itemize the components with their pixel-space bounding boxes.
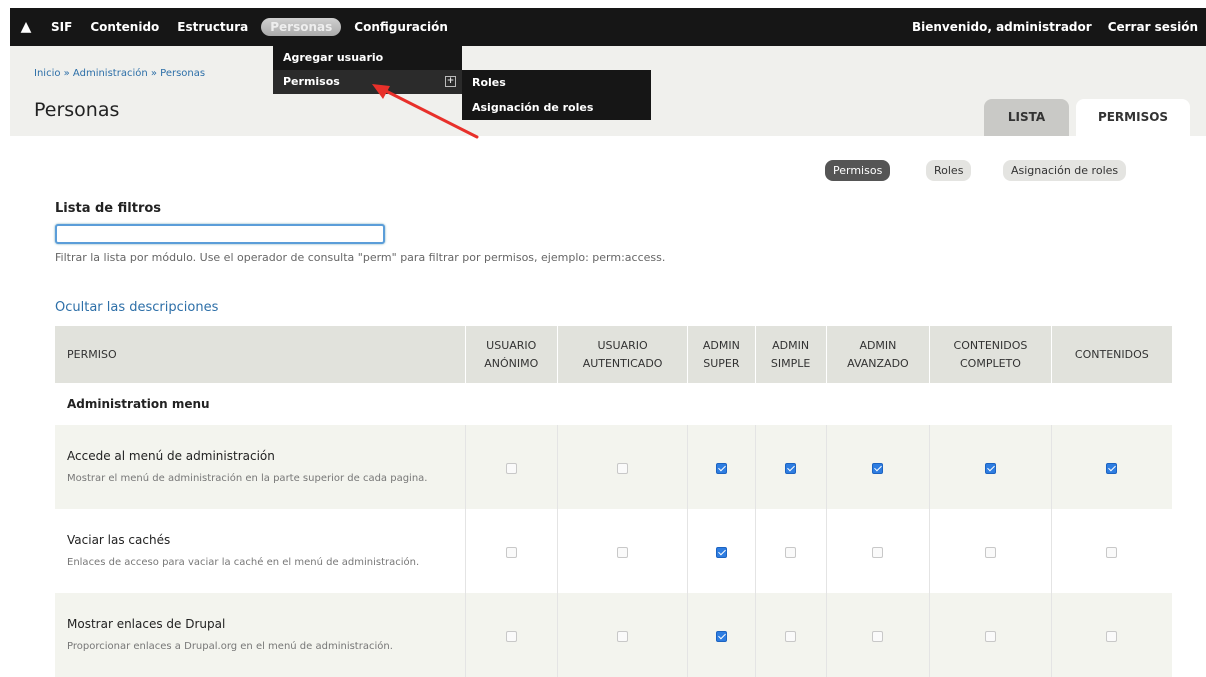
checkbox-cell bbox=[687, 425, 756, 509]
checkbox-cell bbox=[464, 593, 558, 677]
checkbox-checked[interactable] bbox=[785, 462, 797, 474]
logout-link[interactable]: Cerrar sesión bbox=[1100, 20, 1206, 34]
module-name: Administration menu bbox=[55, 383, 1172, 425]
subtab-asignacion-roles[interactable]: Asignación de roles bbox=[1003, 160, 1127, 181]
col-header-contenidos-completo: CONTENIDOS COMPLETO bbox=[929, 326, 1052, 383]
tab-permisos[interactable]: PERMISOS bbox=[1076, 99, 1190, 136]
welcome-text: Bienvenido, administrador bbox=[911, 20, 1092, 34]
col-header-permiso: PERMISO bbox=[55, 326, 465, 383]
checkbox-unchecked[interactable] bbox=[505, 462, 517, 474]
checkbox-checked[interactable] bbox=[715, 462, 727, 474]
checkbox-cell bbox=[754, 593, 827, 677]
checkbox-cell bbox=[929, 509, 1052, 593]
checkbox-cell bbox=[1050, 509, 1172, 593]
submenu-item-asignacion-roles[interactable]: Asignación de roles bbox=[462, 95, 651, 120]
checkbox-cell bbox=[825, 509, 930, 593]
checkbox-cell bbox=[825, 425, 930, 509]
col-header-contenidos: CONTENIDOS bbox=[1050, 326, 1172, 383]
checkbox-unchecked[interactable] bbox=[1106, 546, 1118, 558]
checkbox-cell bbox=[556, 509, 688, 593]
checkbox-unchecked[interactable] bbox=[617, 546, 629, 558]
col-header-admin-simple: ADMIN SIMPLE bbox=[754, 326, 827, 383]
permission-cell: Vaciar las cachés Enlaces de acceso para … bbox=[55, 509, 465, 593]
submenu-item-roles[interactable]: Roles bbox=[462, 70, 651, 95]
checkbox-cell bbox=[754, 509, 827, 593]
checkbox-cell bbox=[556, 593, 688, 677]
checkbox-checked[interactable] bbox=[715, 546, 727, 558]
toolbar-item-personas[interactable]: Personas bbox=[261, 18, 342, 36]
checkbox-cell bbox=[929, 593, 1052, 677]
checkbox-cell bbox=[1050, 425, 1172, 509]
table-header-row: PERMISO USUARIO ANÓNIMO USUARIO AUTENTICAD… bbox=[55, 326, 1172, 383]
filter-description: Filtrar la lista por módulo. Use el oper… bbox=[55, 251, 666, 264]
checkbox-cell bbox=[687, 593, 756, 677]
module-row: Administration menu bbox=[55, 383, 1172, 425]
checkbox-unchecked[interactable] bbox=[505, 630, 517, 642]
toolbar-item-contenido[interactable]: Contenido bbox=[81, 20, 168, 34]
permission-title: Accede al menú de administración bbox=[67, 449, 275, 463]
permission-title: Mostrar enlaces de Drupal bbox=[67, 617, 226, 631]
checkbox-unchecked[interactable] bbox=[984, 546, 996, 558]
checkbox-cell bbox=[929, 425, 1052, 509]
toolbar-item-estructura[interactable]: Estructura bbox=[168, 20, 257, 34]
permission-title: Vaciar las cachés bbox=[67, 533, 171, 547]
table-row: Accede al menú de administración Mostrar … bbox=[55, 425, 1172, 509]
col-header-admin-super: ADMIN SUPER bbox=[687, 326, 756, 383]
table-row: Vaciar las cachés Enlaces de acceso para … bbox=[55, 509, 1172, 593]
permissions-table: PERMISO USUARIO ANÓNIMO USUARIO AUTENTICAD… bbox=[55, 326, 1172, 677]
permission-description: Mostrar el menú de administración en la … bbox=[67, 473, 428, 484]
permission-cell: Accede al menú de administración Mostrar … bbox=[55, 425, 465, 509]
checkbox-cell bbox=[825, 593, 930, 677]
subtab-permisos[interactable]: Permisos bbox=[825, 160, 891, 181]
checkbox-cell bbox=[464, 509, 558, 593]
checkbox-unchecked[interactable] bbox=[984, 630, 996, 642]
hide-descriptions-link[interactable]: Ocultar las descripciones bbox=[55, 300, 218, 315]
checkbox-cell bbox=[556, 425, 688, 509]
admin-toolbar: ▲ SIF Contenido Estructura Personas Conf… bbox=[10, 8, 1206, 46]
filter-label: Lista de filtros bbox=[55, 201, 162, 216]
checkbox-unchecked[interactable] bbox=[617, 630, 629, 642]
checkbox-cell bbox=[754, 425, 827, 509]
toolbar-user-area: Bienvenido, administrador Cerrar sesión bbox=[904, 20, 1206, 34]
col-header-anonimo: USUARIO ANÓNIMO bbox=[464, 326, 558, 383]
permission-cell: Mostrar enlaces de Drupal Proporcionar en… bbox=[55, 593, 465, 677]
checkbox-checked[interactable] bbox=[984, 462, 996, 474]
checkbox-unchecked[interactable] bbox=[872, 546, 884, 558]
subtab-roles[interactable]: Roles bbox=[926, 160, 972, 181]
permission-description: Enlaces de acceso para vaciar la caché e… bbox=[67, 557, 420, 568]
page-title: Personas bbox=[34, 99, 120, 121]
checkbox-unchecked[interactable] bbox=[1106, 630, 1118, 642]
checkbox-cell bbox=[687, 509, 756, 593]
checkbox-checked[interactable] bbox=[1106, 462, 1118, 474]
breadcrumb[interactable]: Inicio » Administración » Personas bbox=[34, 68, 205, 79]
permission-description: Proporcionar enlaces a Drupal.org en el … bbox=[67, 641, 393, 652]
checkbox-unchecked[interactable] bbox=[785, 630, 797, 642]
filter-input[interactable] bbox=[55, 224, 385, 244]
menu-item-agregar-usuario[interactable]: Agregar usuario bbox=[273, 46, 462, 70]
checkbox-checked[interactable] bbox=[715, 630, 727, 642]
toolbar-item-configuracion[interactable]: Configuración bbox=[345, 20, 457, 34]
tab-lista[interactable]: LISTA bbox=[984, 99, 1069, 136]
menu-item-permisos-label: Permisos bbox=[283, 75, 340, 88]
col-header-autenticado: USUARIO AUTENTICADO bbox=[556, 326, 688, 383]
checkbox-unchecked[interactable] bbox=[505, 546, 517, 558]
checkbox-unchecked[interactable] bbox=[872, 630, 884, 642]
home-icon[interactable]: ▲ bbox=[10, 19, 42, 35]
checkbox-checked[interactable] bbox=[872, 462, 884, 474]
col-header-admin-avanzado: ADMIN AVANZADO bbox=[825, 326, 930, 383]
checkbox-cell bbox=[1050, 593, 1172, 677]
permisos-submenu: Roles Asignación de roles bbox=[462, 70, 651, 120]
toolbar-item-sif[interactable]: SIF bbox=[42, 20, 81, 34]
checkbox-cell bbox=[464, 425, 558, 509]
annotation-arrow bbox=[372, 84, 479, 139]
table-row: Mostrar enlaces de Drupal Proporcionar en… bbox=[55, 593, 1172, 677]
checkbox-unchecked[interactable] bbox=[785, 546, 797, 558]
checkbox-unchecked[interactable] bbox=[617, 462, 629, 474]
